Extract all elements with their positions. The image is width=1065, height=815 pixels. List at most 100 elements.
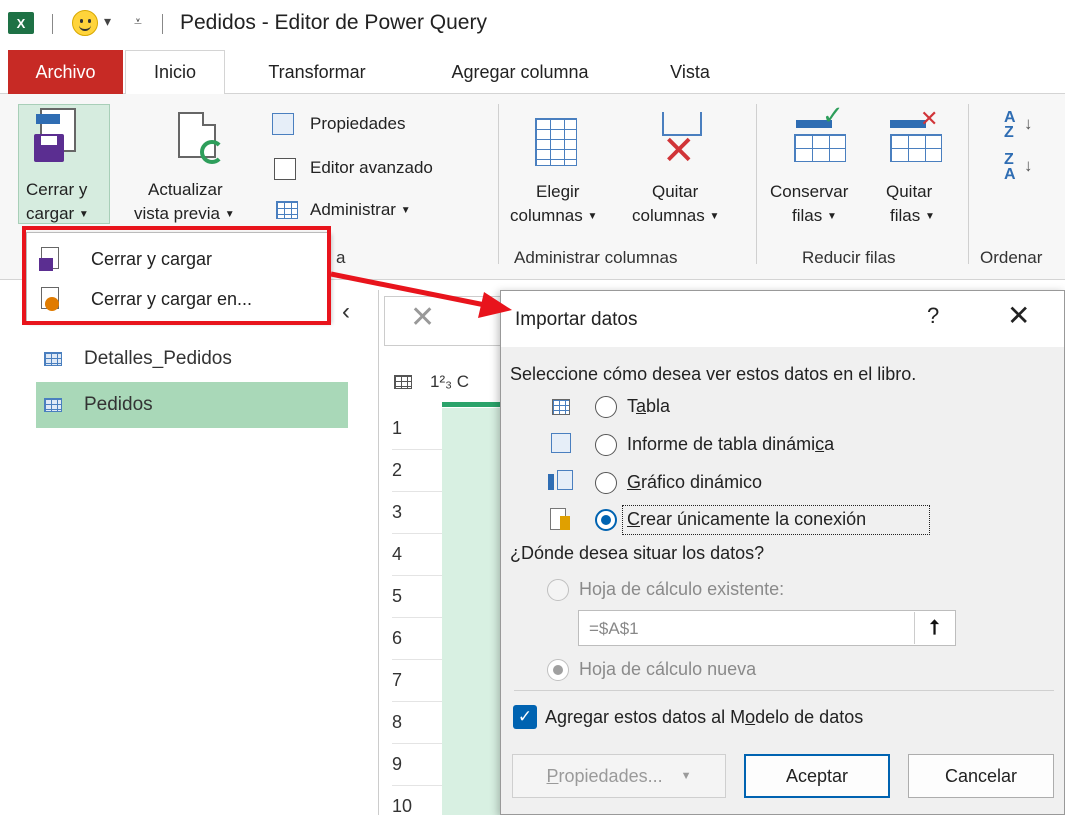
row-number[interactable]: 4	[392, 534, 442, 576]
tab-agregar-columna[interactable]: Agregar columna	[420, 50, 620, 94]
table-option-icon	[552, 399, 570, 415]
help-button[interactable]: ?	[927, 303, 939, 329]
query-group-label: a	[336, 248, 346, 267]
feedback-smiley-icon[interactable]	[72, 10, 98, 36]
radio-new-sheet[interactable]	[547, 659, 569, 681]
column-quality-bar	[442, 402, 502, 407]
add-to-model-label[interactable]: Agregar estos datos al Modelo de datos	[545, 707, 863, 728]
radio-connection-only[interactable]	[595, 509, 617, 531]
title-bar: X ▾ ⩡ Pedidos - Editor de Power Query	[0, 0, 1065, 46]
row-number[interactable]: 8	[392, 702, 442, 744]
remove-rows-label-2[interactable]: filas ▼	[890, 206, 935, 226]
row-number[interactable]: 5	[392, 576, 442, 618]
accept-button[interactable]: Aceptar	[744, 754, 890, 798]
keep-rows-label-2[interactable]: filas ▼	[792, 206, 837, 226]
properties-button[interactable]: Propiedades	[310, 114, 405, 134]
choose-columns-label-2[interactable]: columnas ▼	[510, 206, 597, 226]
ribbon-divider	[498, 104, 499, 264]
highlight-box	[22, 226, 331, 325]
selected-column	[442, 408, 502, 815]
advanced-editor-button[interactable]: Editor avanzado	[310, 158, 433, 178]
remove-columns-label[interactable]: Quitar	[652, 182, 698, 202]
manage-columns-group-label: Administrar columnas	[514, 248, 678, 267]
option-pivot-table-label[interactable]: Informe de tabla dinámica	[627, 434, 834, 455]
properties-icon	[272, 113, 294, 135]
option-tabla-label[interactable]: Tabla	[627, 396, 670, 417]
row-number[interactable]: 3	[392, 492, 442, 534]
tab-archivo[interactable]: Archivo	[8, 50, 123, 94]
collapse-pane-icon[interactable]: ‹	[342, 298, 350, 326]
view-prompt: Seleccione cómo desea ver estos datos en…	[510, 364, 917, 384]
pivot-chart-option-icon-2	[557, 470, 573, 490]
query-label: Detalles_Pedidos	[84, 348, 232, 369]
sort-descending-icon[interactable]: Z A	[1004, 152, 1016, 183]
advanced-editor-icon	[274, 158, 296, 180]
cancel-formula-icon[interactable]: ✕	[410, 300, 435, 335]
table-icon	[44, 398, 62, 412]
remove-rows-label[interactable]: Quitar	[886, 182, 932, 202]
row-number[interactable]: 1	[392, 408, 442, 450]
keep-rows-icon	[794, 134, 846, 162]
radio-pivot-chart[interactable]	[595, 472, 617, 494]
remove-rows-x-icon: ✕	[920, 106, 939, 131]
row-number[interactable]: 6	[392, 618, 442, 660]
excel-logo-icon: X	[8, 12, 34, 34]
manage-button[interactable]: Administrar ▼	[310, 200, 411, 220]
radio-existing-sheet[interactable]	[547, 579, 569, 601]
ribbon-divider	[756, 104, 757, 264]
reduce-rows-group-label: Reducir filas	[802, 248, 896, 267]
smiley-dropdown-icon[interactable]: ▾	[104, 13, 111, 30]
column-header[interactable]: 1²₃ C	[430, 372, 469, 392]
keep-rows-label[interactable]: Conservar	[770, 182, 848, 202]
connection-option-icon-2	[560, 516, 570, 530]
row-number[interactable]: 7	[392, 660, 442, 702]
row-number[interactable]: 2	[392, 450, 442, 492]
table-menu-icon[interactable]	[394, 375, 412, 389]
close-load-label-2: cargar ▼	[26, 204, 89, 223]
row-number[interactable]: 9	[392, 744, 442, 786]
option-pivot-chart-label[interactable]: Gráfico dinámico	[627, 472, 762, 493]
formula-bar	[384, 296, 504, 346]
refresh-preview-label-2[interactable]: vista previa ▼	[134, 204, 235, 224]
ribbon-divider	[968, 104, 969, 264]
query-item-detalles-pedidos[interactable]: Detalles_Pedidos	[36, 336, 348, 382]
existing-sheet-label: Hoja de cálculo existente:	[579, 579, 785, 599]
cancel-button[interactable]: Cancelar	[908, 754, 1054, 798]
collapse-dialog-button[interactable]: ⭡	[914, 612, 954, 644]
properties-button[interactable]: Propiedades... ▼	[512, 754, 726, 798]
remove-x-icon: ✕	[662, 129, 696, 173]
cell-reference-input[interactable]: =$A$1	[578, 610, 956, 646]
dialog-titlebar: Importar datos ? ✕	[501, 291, 1064, 347]
option-connection-only-label[interactable]: Crear únicamente la conexión	[627, 509, 866, 530]
pivot-table-option-icon	[551, 433, 571, 453]
manage-icon	[276, 201, 298, 219]
query-item-pedidos[interactable]: Pedidos	[36, 382, 348, 428]
radio-pivot-table[interactable]	[595, 434, 617, 456]
choose-columns-icon	[535, 118, 577, 166]
remove-columns-label-2[interactable]: columnas ▼	[632, 206, 719, 226]
query-label: Pedidos	[84, 394, 153, 415]
keep-check-icon: ✓	[822, 100, 844, 130]
row-number[interactable]: 10	[392, 786, 442, 815]
sort-ascending-icon[interactable]: A Z	[1004, 110, 1016, 141]
tab-vista[interactable]: Vista	[640, 50, 740, 94]
close-icon[interactable]: ✕	[1007, 299, 1030, 332]
choose-columns-label[interactable]: Elegir	[536, 182, 579, 202]
customize-toolbar-icon[interactable]: ⩡	[134, 13, 142, 30]
title-separator	[52, 14, 53, 34]
ribbon-tabs: Archivo Inicio Transformar Agregar colum…	[0, 50, 1065, 95]
pivot-chart-option-icon	[548, 474, 554, 490]
tab-inicio[interactable]: Inicio	[125, 50, 225, 95]
radio-tabla[interactable]	[595, 396, 617, 418]
dialog-separator	[514, 690, 1054, 691]
sort-group-label: Ordenar	[980, 248, 1043, 267]
close-load-icon	[34, 108, 82, 166]
window-title: Pedidos - Editor de Power Query	[180, 11, 487, 34]
refresh-arrow-icon	[200, 140, 224, 164]
add-to-model-checkbox[interactable]: ✓	[513, 705, 537, 729]
tab-transformar[interactable]: Transformar	[236, 50, 398, 94]
refresh-preview-label[interactable]: Actualizar	[148, 180, 223, 200]
remove-rows-icon	[890, 134, 942, 162]
sort-arrow-icon: ↓	[1024, 156, 1033, 175]
dialog-title: Importar datos	[515, 309, 638, 330]
